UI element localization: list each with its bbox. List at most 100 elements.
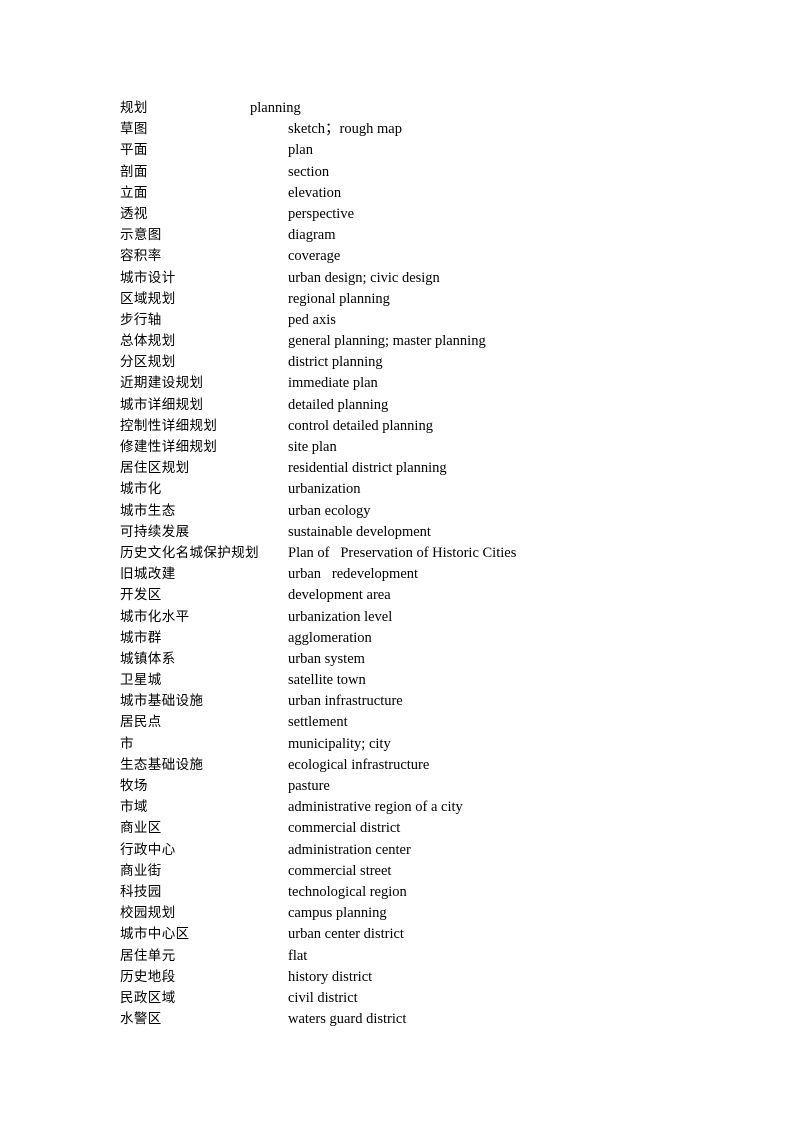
term-chinese: 校园规划 (120, 905, 176, 922)
glossary-row: 校园规划 campus planning (120, 903, 760, 924)
term-english: urban redevelopment (288, 566, 419, 583)
term-english: detailed planning (288, 396, 389, 413)
glossary-row: 生态基础设施 ecological infrastructure (120, 755, 760, 776)
term-chinese: 区域规划 (120, 290, 176, 307)
term-english: Plan of Preservation of Historic Cities (288, 544, 517, 561)
term-chinese: 平面 (120, 142, 148, 159)
term-english: site plan (288, 439, 337, 455)
term-chinese: 总体规划 (120, 333, 176, 350)
term-english: diagram (288, 227, 336, 244)
glossary-row: 控制性详细规划 control detailed planning (120, 416, 760, 437)
term-chinese: 示意图 (120, 227, 162, 244)
term-chinese: 草图 (120, 121, 148, 138)
term-chinese: 开发区 (120, 587, 162, 604)
glossary-row: 透视 perspective (120, 204, 760, 225)
term-english: satellite town (288, 672, 366, 689)
glossary-row: 历史文化名城保护规划 Plan of Preservation of Histor… (120, 543, 760, 564)
term-english: plan (288, 142, 313, 159)
term-chinese: 居住单元 (120, 947, 176, 964)
term-english: urbanization level (288, 608, 393, 625)
term-chinese: 科技园 (120, 883, 162, 900)
term-english: pasture (288, 778, 330, 794)
term-chinese: 修建性详细规划 (120, 439, 218, 455)
glossary-row: 居住区规划 residential district planning (120, 458, 760, 479)
term-english: planning (250, 100, 301, 116)
term-chinese: 规划 (120, 100, 148, 116)
glossary-row: 近期建设规划 immediate plan (120, 373, 760, 394)
term-english: urban design; civic design (288, 269, 440, 286)
glossary-row: 历史地段 history district (120, 967, 760, 988)
glossary-row: 居民点 settlement (120, 712, 760, 733)
glossary-row: 城市设计 urban design; civic design (120, 268, 760, 289)
term-chinese: 城市群 (120, 629, 162, 646)
term-english: urban center district (288, 926, 404, 943)
term-english: urban system (288, 650, 365, 667)
term-english: administrative region of a city (288, 799, 463, 816)
glossary-row: 可持续发展 sustainable development (120, 522, 760, 543)
term-chinese: 城市化水平 (120, 608, 190, 625)
term-english: sustainable development (288, 523, 431, 540)
term-chinese: 城市生态 (120, 502, 176, 519)
glossary-row: 城市生态 urban ecology (120, 501, 760, 522)
glossary-row: 城市化 urbanization (120, 479, 760, 500)
term-english: immediate plan (288, 375, 378, 392)
term-english: elevation (288, 184, 342, 201)
term-chinese: 近期建设规划 (120, 375, 204, 392)
term-chinese: 卫星城 (120, 672, 162, 689)
term-english: general planning; master planning (288, 333, 486, 350)
glossary-row: 剖面 section (120, 162, 760, 183)
term-chinese: 行政中心 (120, 841, 176, 858)
term-english: residential district planning (288, 460, 447, 477)
glossary-row: 立面 elevation (120, 183, 760, 204)
term-english: commercial street (288, 862, 392, 879)
term-english: administration center (288, 841, 411, 858)
term-chinese: 城市基础设施 (120, 693, 204, 710)
term-english: urbanization (288, 481, 361, 498)
term-chinese: 城市中心区 (120, 926, 190, 943)
term-chinese: 立面 (120, 184, 148, 201)
term-english: commercial district (288, 820, 401, 837)
term-chinese: 城市设计 (120, 269, 176, 286)
term-english: history district (288, 968, 373, 985)
term-english: technological region (288, 883, 407, 900)
term-chinese: 城市化 (120, 481, 162, 498)
term-chinese: 剖面 (120, 163, 148, 180)
glossary-term-list: 规划 planning 草图 sketch；rough map 平面 plan 剖面 sect… (120, 98, 760, 1030)
term-english: control detailed planning (288, 417, 433, 434)
glossary-row: 商业区 commercial district (120, 818, 760, 839)
glossary-row: 居住单元 flat (120, 946, 760, 967)
glossary-row: 城镇体系 urban system (120, 649, 760, 670)
term-chinese: 城市详细规划 (120, 396, 204, 413)
term-english: coverage (288, 248, 341, 265)
document-page: 规划 planning 草图 sketch；rough map 平面 plan 剖面 sect… (0, 0, 800, 1132)
glossary-row: 平面 plan (120, 140, 760, 161)
glossary-row: 科技园 technological region (120, 882, 760, 903)
term-chinese: 商业区 (120, 820, 162, 837)
glossary-row: 市 municipality; city (120, 734, 760, 755)
term-english: settlement (288, 714, 348, 731)
term-english: district planning (288, 354, 383, 371)
glossary-row: 城市群 agglomeration (120, 628, 760, 649)
glossary-row: 城市基础设施 urban infrastructure (120, 691, 760, 712)
term-chinese: 历史文化名城保护规划 (120, 544, 259, 561)
term-chinese: 旧城改建 (120, 566, 176, 583)
term-chinese: 居民点 (120, 714, 162, 731)
glossary-row: 分区规划 district planning (120, 352, 760, 373)
term-english: urban ecology (288, 502, 371, 519)
term-english: section (288, 163, 330, 180)
glossary-row: 总体规划 general planning; master planning (120, 331, 760, 352)
glossary-row: 市域 administrative region of a city (120, 797, 760, 818)
term-chinese: 透视 (120, 205, 148, 222)
glossary-row: 行政中心 administration center (120, 840, 760, 861)
term-english: regional planning (288, 290, 390, 307)
term-english: agglomeration (288, 629, 372, 646)
term-english: civil district (288, 989, 358, 1006)
term-chinese: 容积率 (120, 248, 162, 265)
glossary-row: 城市中心区 urban center district (120, 924, 760, 945)
term-chinese: 牧场 (120, 778, 148, 794)
term-english: waters guard district (288, 1011, 407, 1028)
term-english: urban infrastructure (288, 693, 403, 710)
glossary-row: 水警区 waters guard district (120, 1009, 760, 1030)
term-chinese: 市 (120, 735, 134, 752)
glossary-row: 区域规划 regional planning (120, 289, 760, 310)
